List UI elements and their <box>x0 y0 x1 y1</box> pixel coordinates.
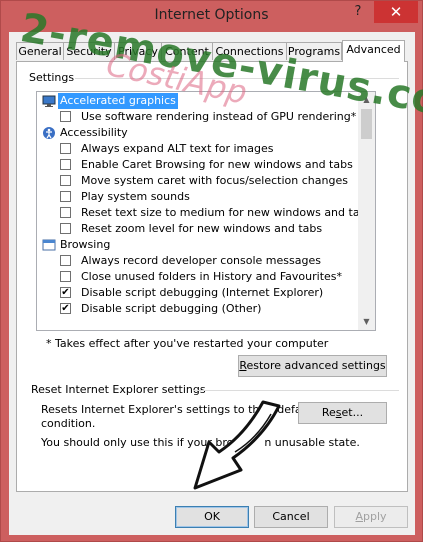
dialog-client-area: General Security Privacy Content Connect… <box>9 32 415 535</box>
settings-item-label: Disable script debugging (Internet Explo… <box>81 286 324 299</box>
reset-warning-part2: n unusable state. <box>264 436 360 449</box>
settings-item-label: Close unused folders in History and Favo… <box>81 270 343 283</box>
ok-button[interactable]: OK <box>175 506 249 528</box>
scroll-down-arrow-icon[interactable]: ▼ <box>358 314 375 330</box>
tab-connections[interactable]: Connections <box>212 42 287 60</box>
settings-scrollbar[interactable]: ▲ ▼ <box>358 92 375 330</box>
apply-label: pply <box>363 510 387 523</box>
cancel-button[interactable]: Cancel <box>254 506 328 528</box>
settings-group-divider <box>75 78 399 79</box>
tab-privacy[interactable]: Privacy <box>114 42 162 60</box>
settings-item-label: Accessibility <box>60 126 128 139</box>
settings-item-label: Browsing <box>60 238 111 251</box>
restore-label: estore advanced settings <box>246 359 386 372</box>
checkbox-checked[interactable]: ✔ <box>60 303 71 314</box>
settings-item-label: Disable script debugging (Other) <box>81 302 262 315</box>
scroll-up-arrow-icon[interactable]: ▲ <box>358 92 375 108</box>
apply-hotkey: A <box>355 510 363 523</box>
settings-item-label: Always expand ALT text for images <box>81 142 274 155</box>
checkbox[interactable] <box>60 159 71 170</box>
checkbox-checked[interactable]: ✔ <box>60 287 71 298</box>
help-button[interactable]: ? <box>345 1 371 23</box>
tab-content[interactable]: Content <box>161 42 213 60</box>
checkbox[interactable] <box>60 143 71 154</box>
restart-footnote: * Takes effect after you've restarted yo… <box>46 337 329 350</box>
reset-description-line2: condition. <box>41 417 96 430</box>
internet-options-window: Internet Options ? ✕ General Security Pr… <box>0 0 423 542</box>
reset-label-pre: Re <box>321 406 336 419</box>
settings-item-label: Play system sounds <box>81 190 190 203</box>
scroll-thumb[interactable] <box>361 109 372 139</box>
settings-item-label: Enable Caret Browsing for new windows an… <box>81 158 353 171</box>
tab-programs[interactable]: Programs <box>286 42 342 60</box>
checkbox[interactable] <box>60 207 71 218</box>
settings-item-label: Use software rendering instead of GPU re… <box>81 110 357 123</box>
restore-advanced-settings-button[interactable]: Restore advanced settings <box>238 355 387 377</box>
reset-warning-note: You should only use this if your brow n u… <box>41 436 360 449</box>
settings-tree-list[interactable]: Accelerated graphics Use software renderi… <box>36 91 376 331</box>
reset-group-label: Reset Internet Explorer settings <box>31 383 206 396</box>
tab-general[interactable]: General <box>16 42 64 60</box>
browsing-icon <box>42 238 56 252</box>
checkbox[interactable] <box>60 191 71 202</box>
checkbox[interactable] <box>60 175 71 186</box>
close-button[interactable]: ✕ <box>374 1 418 23</box>
settings-item-label: Reset text size to medium for new window… <box>81 206 373 219</box>
checkbox[interactable] <box>60 111 71 122</box>
reset-description-line1: Resets Internet Explorer's settings to t… <box>41 403 316 416</box>
reset-warning-part1: You should only use this if your brow <box>41 436 243 449</box>
settings-item-label: Reset zoom level for new windows and tab… <box>81 222 323 235</box>
checkbox[interactable] <box>60 271 71 282</box>
settings-group-label: Settings <box>29 71 75 84</box>
accessibility-icon <box>42 126 56 140</box>
tab-security[interactable]: Security <box>63 42 115 60</box>
apply-button[interactable]: Apply <box>334 506 408 528</box>
settings-item-label: Move system caret with focus/selection c… <box>81 174 348 187</box>
tab-advanced[interactable]: Advanced <box>342 40 405 62</box>
reset-button[interactable]: Reset... <box>298 402 387 424</box>
monitor-icon <box>42 94 56 108</box>
checkbox[interactable] <box>60 223 71 234</box>
checkbox[interactable] <box>60 255 71 266</box>
reset-group-divider <box>193 390 399 391</box>
settings-item-label: Accelerated graphics <box>58 93 178 109</box>
settings-item-label: Always record developer console messages <box>81 254 321 267</box>
reset-label-post: et... <box>341 406 364 419</box>
